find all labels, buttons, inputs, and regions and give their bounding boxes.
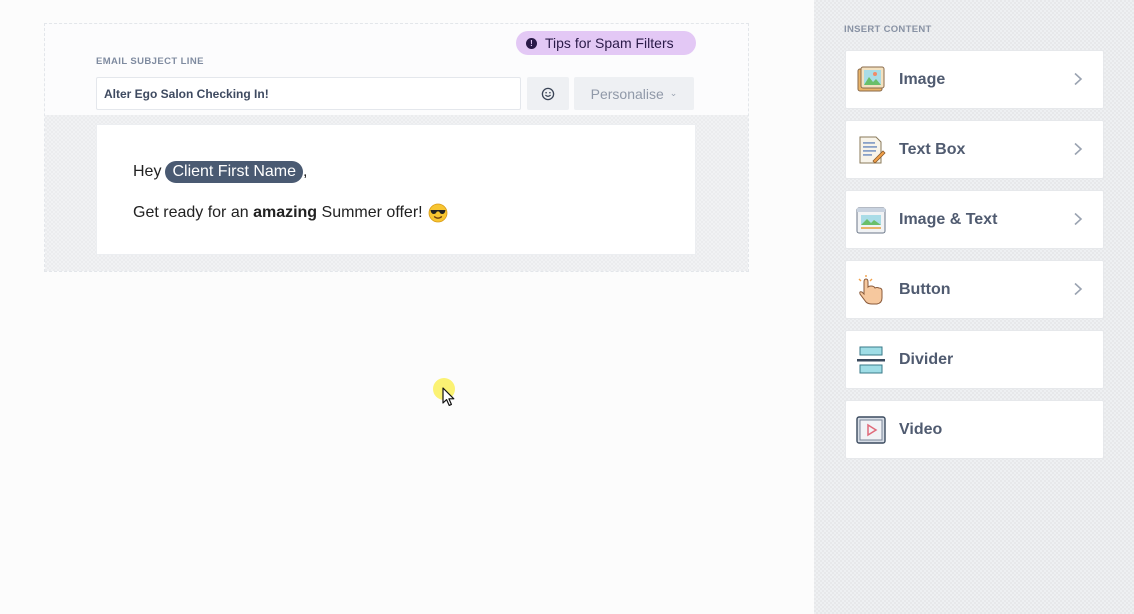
smiley-icon <box>541 87 555 100</box>
info-icon: ! <box>526 37 537 49</box>
personalise-dropdown[interactable]: Personalise ⌄ <box>574 77 694 110</box>
insert-button-label: Button <box>899 280 951 298</box>
greeting-suffix: , <box>303 163 308 180</box>
insert-image-label: Image <box>899 70 946 88</box>
sidebar-title: INSERT CONTENT <box>844 24 932 35</box>
greeting-line: Hey Client First Name , <box>133 161 307 183</box>
spam-tips-label: Tips for Spam Filters <box>545 35 674 51</box>
image-icon <box>857 66 885 91</box>
cursor-arrow-icon <box>442 387 455 406</box>
video-icon <box>856 415 886 444</box>
body-text-before: Get ready for an <box>133 204 254 221</box>
chevron-right-icon <box>1074 282 1083 296</box>
insert-image-block[interactable]: Image <box>845 50 1104 109</box>
chevron-right-icon <box>1074 142 1083 156</box>
subject-line-input[interactable] <box>96 77 521 110</box>
body-line: Get ready for an amazing Summer offer! <box>133 203 448 223</box>
insert-button-block[interactable]: Button <box>845 260 1104 319</box>
body-text-after: Summer offer! <box>317 204 423 221</box>
chevron-down-icon: ⌄ <box>669 88 678 98</box>
insert-divider-label: Divider <box>899 350 954 368</box>
insert-image-text-label: Image & Text <box>899 210 998 228</box>
spam-tips-button[interactable]: ! Tips for Spam Filters <box>516 31 696 55</box>
text-box-icon <box>859 136 886 164</box>
button-hand-icon <box>858 274 883 304</box>
mouse-cursor <box>433 378 455 408</box>
email-text-block[interactable]: Hey Client First Name , Get ready for an… <box>96 124 696 255</box>
greeting-text: Hey <box>133 163 162 180</box>
insert-video-block[interactable]: Video <box>845 400 1104 459</box>
insert-content-sidebar: INSERT CONTENT Image Text Box Image & Te… <box>814 0 1134 614</box>
chevron-right-icon <box>1074 212 1083 226</box>
merge-tag-client-first-name[interactable]: Client First Name <box>165 161 304 183</box>
divider-icon <box>857 346 885 373</box>
insert-video-label: Video <box>899 420 943 438</box>
insert-text-box-block[interactable]: Text Box <box>845 120 1104 179</box>
insert-text-box-label: Text Box <box>899 140 966 158</box>
insert-divider-block[interactable]: Divider <box>845 330 1104 389</box>
image-text-icon <box>856 207 886 233</box>
insert-image-text-block[interactable]: Image & Text <box>845 190 1104 249</box>
body-text-bold: amazing <box>253 204 318 221</box>
personalise-label: Personalise <box>590 85 664 102</box>
emoji-button[interactable] <box>527 77 569 110</box>
chevron-right-icon <box>1074 72 1083 86</box>
sunglasses-emoji-icon <box>428 203 447 223</box>
subject-line-label: EMAIL SUBJECT LINE <box>96 56 204 67</box>
